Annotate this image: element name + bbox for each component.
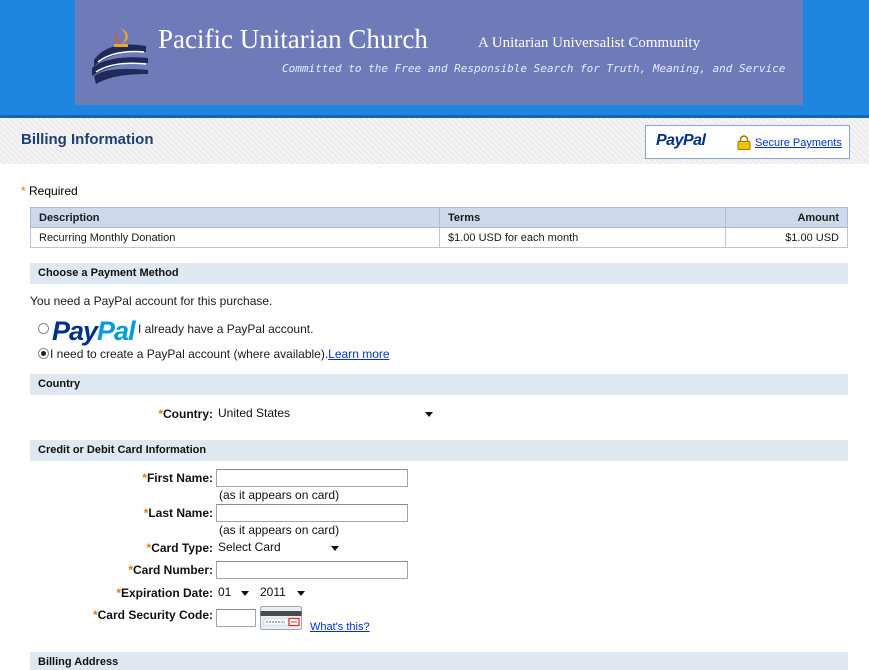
paypal-account-notice: You need a PayPal account for this purch… [30,294,273,308]
first-name-input[interactable] [216,469,408,487]
chevron-down-icon [425,412,433,417]
card-type-label: *Card Type: [146,541,213,555]
whats-this-link[interactable]: What's this? [310,621,370,633]
learn-more-link[interactable]: Learn more [328,347,389,361]
first-name-label: *First Name: [142,471,213,485]
secure-payments-link[interactable]: Secure Payments [755,137,842,149]
section-card-info: Credit or Debit Card Information [30,440,848,461]
paypal-logo: PayPal [656,132,706,149]
required-note: * Required [21,184,78,198]
church-motto: Committed to the Free and Responsible Se… [282,62,786,75]
card-type-select[interactable]: Select Card [215,539,343,557]
first-name-hint: (as it appears on card) [219,488,340,502]
chevron-down-icon [241,591,249,596]
chevron-down-icon [331,546,339,551]
card-number-label: *Card Number: [128,563,213,577]
lock-icon [737,135,751,150]
security-code-label: *Card Security Code: [92,608,213,622]
table-header-amount: Amount [725,207,848,228]
radio-have-paypal[interactable] [38,323,49,334]
card-security-code-icon [260,606,302,630]
last-name-hint: (as it appears on card) [219,523,340,537]
exp-year-select[interactable]: 2011 [257,584,309,602]
last-name-label: *Last Name: [143,506,213,520]
country-label: *Country: [158,407,213,421]
church-name: Pacific Unitarian Church [158,24,428,54]
country-select[interactable]: United States [215,405,437,423]
row-amount: $1.00 USD [725,227,848,248]
section-country: Country [30,374,848,395]
radio-create-paypal[interactable] [38,348,49,359]
security-code-input[interactable] [216,609,256,627]
section-billing-address: Billing Address [30,652,848,670]
order-summary-table: Description Terms Amount Recurring Month… [30,207,848,248]
table-row: Recurring Monthly Donation $1.00 USD for… [30,227,848,248]
option-have-paypal-label[interactable]: I already have a PayPal account. [138,322,313,336]
option-create-paypal-label[interactable]: I need to create a PayPal account (where… [50,347,390,361]
page-title: Billing Information [21,131,154,148]
table-header-terms: Terms [439,207,726,228]
paypal-large-logo: PayPal [52,316,136,346]
card-number-input[interactable] [216,561,408,579]
expiration-label: *Expiration Date: [116,586,213,600]
section-payment-method: Choose a Payment Method [30,263,848,284]
table-header-description: Description [30,207,440,228]
chevron-down-icon [297,591,305,596]
last-name-input[interactable] [216,504,408,522]
chalice-logo-icon [92,28,148,84]
church-tagline: A Unitarian Universalist Community [478,35,701,51]
row-terms: $1.00 USD for each month [439,227,726,248]
exp-month-select[interactable]: 01 [215,584,253,602]
row-description: Recurring Monthly Donation [30,227,440,248]
